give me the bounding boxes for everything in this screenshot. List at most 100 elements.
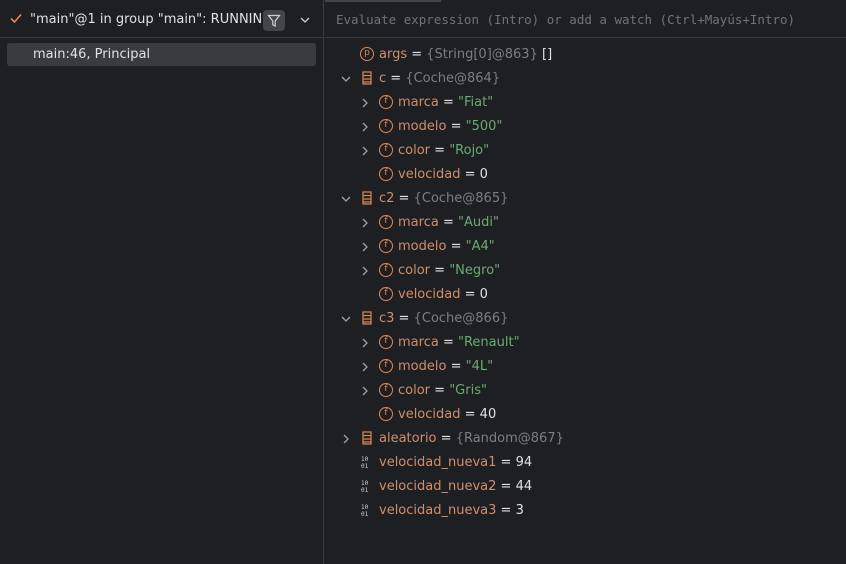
variable-value: [] (537, 47, 553, 62)
variable-value: "4L" (465, 359, 494, 374)
variable-row[interactable]: c = {Coche@864} (325, 67, 846, 91)
svg-text:10: 10 (361, 504, 369, 511)
variable-eq: = (430, 263, 450, 278)
variable-eq: = (438, 335, 458, 350)
filter-icon (267, 14, 281, 27)
field-icon: f (379, 239, 393, 253)
icon-glyph: f (384, 336, 388, 346)
variable-name: modelo (398, 239, 447, 254)
variable-eq: = (407, 47, 427, 62)
variable-value: 44 (515, 479, 533, 494)
variable-text: color = "Gris" (398, 383, 487, 398)
variable-row[interactable]: f color = "Gris" (325, 379, 846, 403)
variable-name: velocidad_nueva3 (379, 503, 497, 518)
variable-text: aleatorio = {Random@867} (379, 431, 564, 446)
variable-eq: = (496, 479, 516, 494)
chevron-right-icon[interactable] (360, 241, 370, 253)
variable-row[interactable]: f modelo = "A4" (325, 235, 846, 259)
icon-glyph: f (384, 216, 388, 226)
variable-row[interactable]: aleatorio = {Random@867} (325, 427, 846, 451)
field-icon: f (379, 119, 393, 133)
variable-eq: = (436, 431, 456, 446)
chevron-down-icon[interactable] (341, 73, 351, 85)
icon-glyph: f (384, 288, 388, 298)
variable-name: velocidad_nueva1 (379, 455, 497, 470)
variable-row[interactable]: f velocidad = 40 (325, 403, 846, 427)
object-icon (362, 311, 372, 325)
variable-name: velocidad (398, 407, 461, 422)
icon-glyph: f (384, 144, 388, 154)
variable-row[interactable]: c3 = {Coche@866} (325, 307, 846, 331)
variable-row[interactable]: 10 01 velocidad_nueva2 = 44 (325, 475, 846, 499)
variable-value: 0 (479, 167, 488, 182)
variable-row[interactable]: f velocidad = 0 (325, 163, 846, 187)
chevron-right-icon[interactable] (360, 145, 370, 157)
object-icon (362, 431, 372, 445)
field-icon: f (379, 95, 393, 109)
variable-ref: {Coche@864} (405, 71, 501, 86)
variable-row[interactable]: f velocidad = 0 (325, 283, 846, 307)
variable-ref: {Coche@866} (413, 311, 509, 326)
variable-text: velocidad_nueva1 = 94 (379, 455, 532, 470)
parameter-icon: p (360, 47, 374, 61)
variable-value: 40 (479, 407, 497, 422)
frame-item[interactable]: main:46, Principal (7, 43, 316, 66)
variable-row[interactable]: f marca = "Renault" (325, 331, 846, 355)
variable-value: 94 (515, 455, 533, 470)
chevron-right-icon[interactable] (360, 217, 370, 229)
chevron-right-icon[interactable] (360, 385, 370, 397)
variable-text: c = {Coche@864} (379, 71, 500, 86)
variable-eq: = (386, 71, 406, 86)
icon-glyph: f (384, 240, 388, 250)
field-icon: f (379, 263, 393, 277)
chevron-right-icon[interactable] (360, 337, 370, 349)
variable-ref: {Coche@865} (413, 191, 509, 206)
chevron-down-icon[interactable] (341, 193, 351, 205)
variable-text: marca = "Fiat" (398, 95, 493, 110)
chevron-right-icon[interactable] (341, 433, 351, 445)
thread-selector[interactable]: "main"@1 in group "main": RUNNING (0, 0, 324, 38)
variable-row[interactable]: f color = "Negro" (325, 259, 846, 283)
variable-eq: = (496, 455, 516, 470)
variable-value: "Gris" (449, 383, 487, 398)
thread-label[interactable]: "main"@1 in group "main": RUNNING (30, 12, 272, 27)
variable-eq: = (446, 359, 466, 374)
chevron-right-icon[interactable] (360, 265, 370, 277)
variable-row[interactable]: f color = "Rojo" (325, 139, 846, 163)
variable-text: args = {String[0]@863} [] (379, 47, 552, 62)
variable-row[interactable]: c2 = {Coche@865} (325, 187, 846, 211)
variable-eq: = (430, 383, 450, 398)
variable-text: c2 = {Coche@865} (379, 191, 508, 206)
chevron-right-icon[interactable] (360, 97, 370, 109)
variable-row[interactable]: f marca = "Fiat" (325, 91, 846, 115)
chevron-down-icon[interactable] (341, 313, 351, 325)
variable-row[interactable]: f modelo = "4L" (325, 355, 846, 379)
object-icon (362, 191, 372, 205)
variable-name: aleatorio (379, 431, 437, 446)
icon-glyph: f (384, 408, 388, 418)
variable-eq: = (446, 119, 466, 134)
variable-row[interactable]: 10 01 velocidad_nueva3 = 3 (325, 499, 846, 523)
variable-text: color = "Negro" (398, 263, 500, 278)
filter-button[interactable] (263, 10, 285, 31)
variable-row[interactable]: p args = {String[0]@863} [] (325, 43, 846, 67)
field-icon: f (379, 335, 393, 349)
evaluate-expression-input[interactable]: Evaluate expression (Intro) or add a wat… (336, 12, 795, 27)
variable-row[interactable]: 10 01 velocidad_nueva1 = 94 (325, 451, 846, 475)
variable-text: modelo = "A4" (398, 239, 495, 254)
svg-text:01: 01 (361, 463, 369, 469)
primitive-icon: 1001 (361, 480, 369, 493)
chevron-right-icon[interactable] (360, 121, 370, 133)
chevron-down-icon[interactable] (299, 14, 311, 26)
variable-value: "Rojo" (449, 143, 490, 158)
variable-eq: = (496, 503, 516, 518)
field-icon: f (379, 143, 393, 157)
variable-value: 0 (479, 287, 488, 302)
chevron-right-icon[interactable] (360, 361, 370, 373)
icon-glyph: f (384, 264, 388, 274)
variable-value: "Audi" (457, 215, 499, 230)
variable-name: velocidad_nueva2 (379, 479, 497, 494)
variable-row[interactable]: f modelo = "500" (325, 115, 846, 139)
variable-row[interactable]: f marca = "Audi" (325, 211, 846, 235)
frames-panel: "main"@1 in group "main": RUNNING main:4… (0, 0, 324, 564)
